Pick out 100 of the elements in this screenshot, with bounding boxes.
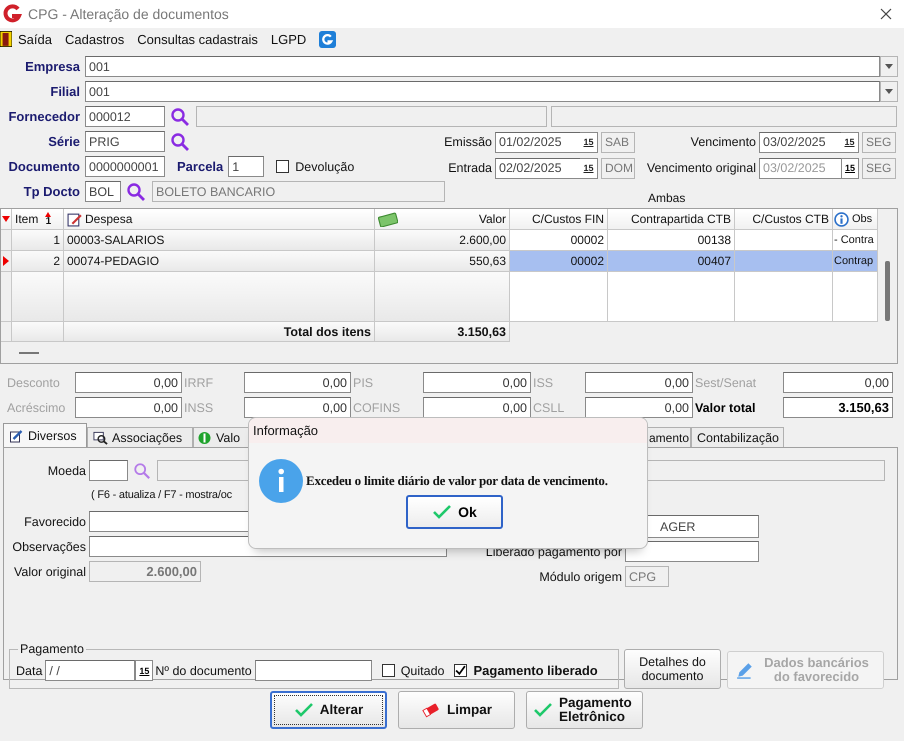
details-button[interactable]: Detalhes do documento xyxy=(624,649,721,689)
field-label: Parcela xyxy=(177,159,224,174)
money-icon xyxy=(378,212,398,226)
table-cell xyxy=(12,322,64,342)
total-value: 3.150,63 xyxy=(375,322,510,342)
info-icon xyxy=(259,459,303,503)
amount-field[interactable]: 3.150,63 xyxy=(783,397,893,418)
branch-field[interactable]: 001 xyxy=(85,81,880,102)
action-button[interactable]: Limpar xyxy=(398,691,515,729)
tab[interactable]: Contabilização xyxy=(691,427,784,447)
checkbox[interactable] xyxy=(454,664,468,677)
table-row[interactable]: 2 00074-PEDAGIO 550,63 00002 00407 Contrap xyxy=(1,251,878,272)
status-text: Ambas xyxy=(648,190,686,204)
released-by-field[interactable] xyxy=(625,541,759,562)
total-label: Total dos itens xyxy=(64,322,375,342)
table-cell: 00003-SALARIOS xyxy=(64,230,375,251)
table-cell: 00074-PEDAGIO xyxy=(64,251,375,272)
checkbox[interactable] xyxy=(382,664,395,677)
logo-icon xyxy=(2,4,22,24)
series-field[interactable]: PRIG xyxy=(85,131,165,152)
door-icon[interactable] xyxy=(0,31,12,47)
column-header[interactable]: C/Custos FIN xyxy=(510,209,608,230)
field-label: Nº do documento xyxy=(155,664,252,678)
weekday-field: SEG xyxy=(862,158,896,178)
action-button[interactable]: Pagamento Eletrônico xyxy=(526,691,643,729)
original-value-field: 2.600,00 xyxy=(89,561,201,582)
calendar-button[interactable]: 15 xyxy=(841,132,859,152)
scroll-thumb[interactable] xyxy=(885,261,890,321)
menu-item[interactable]: Saída xyxy=(18,32,52,46)
ok-button[interactable]: Ok xyxy=(406,495,503,529)
field-label: Vencimento xyxy=(690,135,756,149)
search-icon[interactable] xyxy=(170,132,190,152)
logo-icon[interactable] xyxy=(319,30,336,48)
doc-type-field[interactable]: BOL xyxy=(85,181,121,202)
field-label: Emissão xyxy=(443,135,492,149)
info-icon xyxy=(834,212,849,226)
tab[interactable]: Associações xyxy=(87,427,193,447)
field-label: INSS xyxy=(183,400,214,414)
field-label: Favorecido xyxy=(23,514,86,528)
dropdown-button[interactable] xyxy=(880,56,898,77)
column-header[interactable]: Obs xyxy=(833,209,878,230)
weekday-field: DOM xyxy=(601,158,635,178)
dropdown-button[interactable] xyxy=(880,81,898,102)
weekday-field: SAB xyxy=(601,132,635,152)
caret-icon xyxy=(885,89,893,94)
field-label: PIS xyxy=(352,376,374,390)
menu-item[interactable]: Consultas cadastrais xyxy=(137,32,258,46)
magnifier-icon xyxy=(93,430,108,444)
calendar-button[interactable]: 15 xyxy=(135,660,154,681)
table-cell: 2 xyxy=(12,251,64,272)
search-icon[interactable] xyxy=(126,182,146,202)
field-label: Fornecedor xyxy=(7,109,80,124)
search-icon[interactable] xyxy=(133,462,151,480)
installment-field[interactable]: 1 xyxy=(228,156,264,177)
field-label: Vencimento original xyxy=(646,161,756,175)
column-header[interactable]: C/Custos CTB xyxy=(735,209,833,230)
table-cell: Contrap xyxy=(833,251,878,272)
column-header[interactable]: Despesa xyxy=(64,209,375,230)
field-label: ISS xyxy=(532,376,554,390)
menu-item[interactable]: Cadastros xyxy=(64,32,124,46)
document-number-field[interactable] xyxy=(254,660,372,681)
date-field[interactable]: 02/02/2025 xyxy=(495,158,580,178)
table-row[interactable]: 1 00003-SALARIOS 2.600,00 00002 00138 - Contra xyxy=(1,230,878,251)
field-label: COFINS xyxy=(352,400,402,414)
check-icon xyxy=(432,504,452,520)
row-pointer-icon xyxy=(3,256,9,266)
date-field[interactable]: 01/02/2025 xyxy=(495,132,580,152)
supplier-code-field[interactable]: 000012 xyxy=(85,106,165,127)
check-icon xyxy=(294,702,314,718)
calendar-button[interactable]: 15 xyxy=(580,158,598,178)
date-field[interactable]: 03/02/2025 xyxy=(759,132,841,152)
table-cell: - Contra xyxy=(833,230,878,251)
field-label: Tp Docto xyxy=(22,184,80,199)
field-label: CSLL xyxy=(532,400,566,414)
menu-item[interactable]: LGPD xyxy=(270,32,306,46)
field-label: Empresa xyxy=(24,59,80,74)
field-label: Módulo origem xyxy=(539,570,622,584)
currency-field[interactable] xyxy=(89,460,128,481)
search-icon[interactable] xyxy=(170,106,190,126)
dialog-message: Excedeu o limite diário de valor por data de vencimento. xyxy=(306,473,608,489)
tab[interactable]: Diversos xyxy=(3,423,87,447)
date-field[interactable]: / / xyxy=(45,660,136,681)
close-icon[interactable] xyxy=(880,8,892,20)
dialog-title: Informação xyxy=(253,423,318,438)
checkbox[interactable] xyxy=(276,160,290,173)
company-field[interactable]: 001 xyxy=(85,56,880,77)
weekday-field: SEG xyxy=(862,132,896,152)
column-header[interactable]: Valor xyxy=(375,209,510,230)
group-title: Pagamento xyxy=(19,642,85,656)
action-button[interactable]: Alterar xyxy=(270,691,387,729)
calendar-button[interactable]: 15 xyxy=(580,132,598,152)
table-cell: 00138 xyxy=(608,230,735,251)
column-header[interactable]: Contrapartida CTB xyxy=(608,209,735,230)
column-header[interactable]: Item 1 xyxy=(12,209,64,230)
field-label: Observações xyxy=(11,540,86,554)
field-label: Acréscimo xyxy=(6,400,66,414)
table-cell: 00002 xyxy=(510,251,608,272)
field-label: Desconto xyxy=(6,376,61,390)
field-label: Valor original xyxy=(12,564,86,578)
document-field[interactable]: 0000000001 xyxy=(85,156,165,177)
